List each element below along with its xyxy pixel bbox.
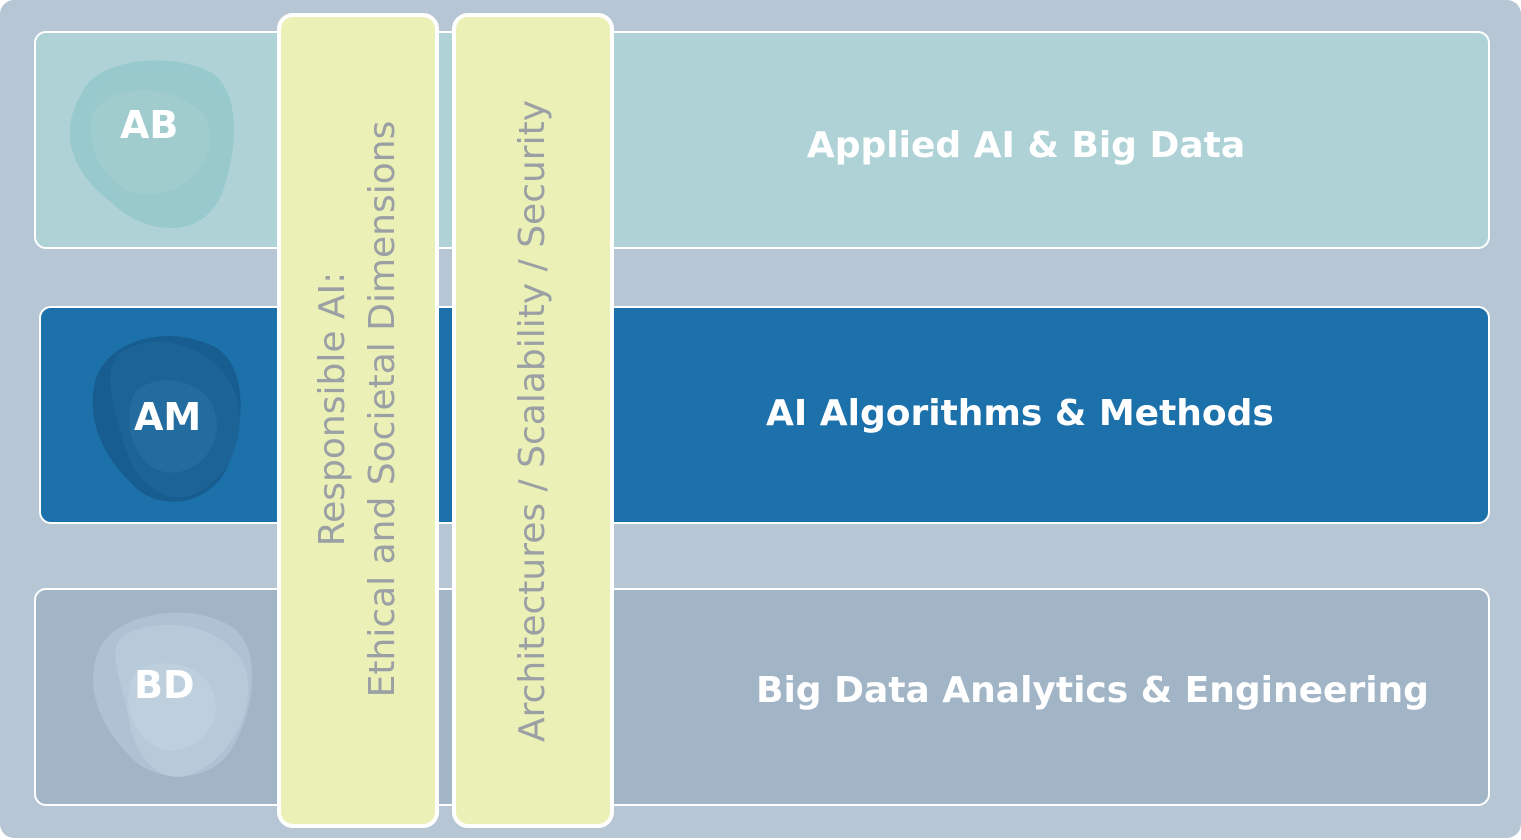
row-abbreviation: BD	[134, 663, 195, 707]
row-ai-algorithms-methods: AM AI Algorithms & Methods	[39, 306, 1490, 524]
row-title: AI Algorithms & Methods	[766, 393, 1274, 434]
diagram-canvas: AB Applied AI & Big Data AM AI Algorithm…	[0, 0, 1521, 838]
pillar-label: Architectures / Scalability / Security	[508, 99, 558, 741]
row-abbreviation: AM	[134, 395, 202, 439]
pillar-label-line: Responsible AI:	[312, 271, 353, 546]
pillar-label-line: Architectures / Scalability / Security	[512, 99, 553, 742]
row-title: Applied AI & Big Data	[806, 125, 1246, 166]
pillar-label-line: Ethical and Societal Dimensions	[362, 120, 403, 697]
pillar-label: Responsible AI: Ethical and Societal Dim…	[308, 120, 408, 697]
row-title: Big Data Analytics & Engineering	[756, 670, 1429, 711]
pillar-architectures: Architectures / Scalability / Security	[452, 13, 614, 828]
row-big-data-analytics-engineering: BD Big Data Analytics & Engineering	[34, 588, 1490, 806]
row-applied-ai-big-data: AB Applied AI & Big Data	[34, 31, 1490, 249]
pillar-responsible-ai: Responsible AI: Ethical and Societal Dim…	[277, 13, 439, 828]
row-abbreviation: AB	[120, 103, 179, 147]
